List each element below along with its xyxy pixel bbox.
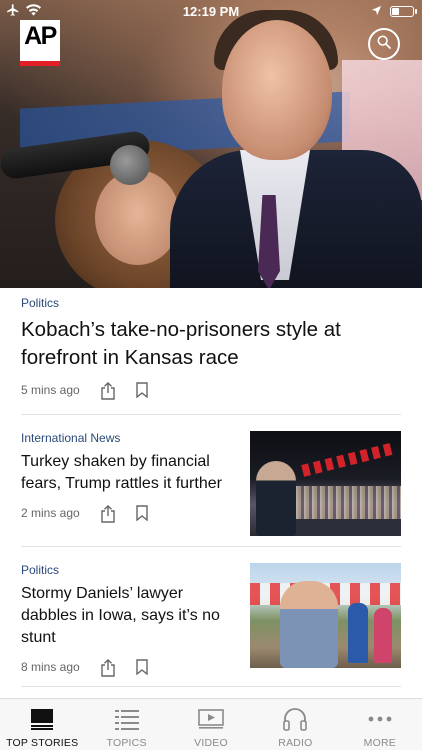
tab-top-stories[interactable]: TOP STORIES	[0, 699, 84, 750]
tab-label: RADIO	[278, 737, 313, 749]
search-icon	[376, 34, 392, 55]
divider	[21, 414, 401, 415]
story-meta: 2 mins ago	[21, 505, 239, 523]
ap-logo: AP	[20, 20, 60, 66]
lead-story[interactable]: Politics Kobach’s take-no-prisoners styl…	[21, 296, 401, 400]
tab-label: TOP STORIES	[6, 737, 79, 749]
story-thumbnail[interactable]	[250, 563, 401, 668]
search-button[interactable]	[368, 28, 400, 60]
tab-more[interactable]: MORE	[338, 699, 422, 750]
divider	[21, 546, 401, 547]
story-category[interactable]: International News	[21, 431, 239, 445]
tab-label: VIDEO	[194, 737, 228, 749]
bookmark-icon[interactable]	[136, 659, 152, 675]
status-time: 12:19 PM	[182, 4, 240, 19]
story-time: 8 mins ago	[21, 660, 80, 674]
bookmark-icon[interactable]	[136, 382, 152, 398]
story-headline[interactable]: Kobach’s take-no-prisoners style at fore…	[21, 316, 401, 372]
story-category[interactable]: Politics	[21, 563, 239, 577]
battery-icon	[390, 6, 417, 17]
story-time: 5 mins ago	[21, 383, 80, 397]
tab-label: MORE	[363, 737, 396, 749]
story-card[interactable]: International News Turkey shaken by fina…	[21, 431, 401, 539]
tab-bar: TOP STORIES TOPICS VIDEO RADIO MORE	[0, 698, 422, 750]
story-category[interactable]: Politics	[21, 296, 401, 310]
story-meta: 5 mins ago	[21, 382, 401, 400]
tab-video[interactable]: VIDEO	[169, 699, 253, 750]
top-stories-icon	[28, 707, 56, 731]
tab-label: TOPICS	[106, 737, 147, 749]
bookmark-icon[interactable]	[136, 505, 152, 521]
story-card[interactable]: Politics Stormy Daniels’ lawyer dabbles …	[21, 563, 401, 677]
tab-topics[interactable]: TOPICS	[84, 699, 168, 750]
story-meta: 8 mins ago	[21, 659, 239, 677]
list-icon	[113, 707, 141, 731]
tab-radio[interactable]: RADIO	[253, 699, 337, 750]
location-arrow-icon	[371, 4, 382, 19]
story-headline[interactable]: Turkey shaken by financial fears, Trump …	[21, 451, 239, 495]
share-icon[interactable]	[100, 659, 116, 677]
more-icon	[366, 707, 394, 731]
story-headline[interactable]: Stormy Daniels’ lawyer dabbles in Iowa, …	[21, 583, 239, 649]
story-time: 2 mins ago	[21, 506, 80, 520]
video-icon	[197, 707, 225, 731]
share-icon[interactable]	[100, 505, 116, 523]
share-icon[interactable]	[100, 382, 116, 400]
story-thumbnail[interactable]	[250, 431, 401, 536]
headphones-icon	[281, 707, 309, 731]
status-bar: 12:19 PM	[0, 0, 422, 22]
divider	[21, 686, 401, 687]
lead-story-photo[interactable]	[0, 0, 422, 288]
